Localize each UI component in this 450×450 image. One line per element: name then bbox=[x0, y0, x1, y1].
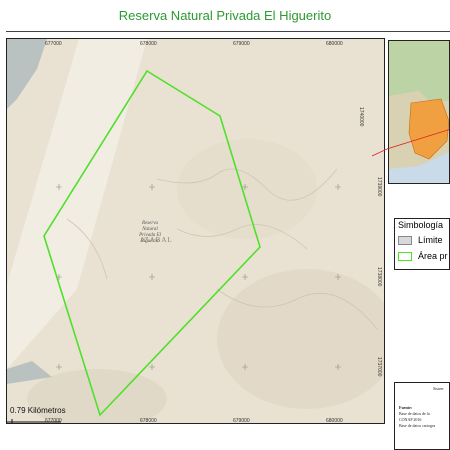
y-tick-label: 1740000 bbox=[358, 107, 364, 127]
source-line: CONAP 2016 bbox=[399, 417, 422, 422]
title-divider bbox=[6, 31, 450, 32]
x-tick-label: 680000 bbox=[326, 418, 343, 424]
hillshade-area bbox=[177, 139, 317, 239]
y-tick-label: 1737000 bbox=[376, 357, 382, 377]
legend-title: Simbología bbox=[398, 220, 444, 230]
source-line: Fuente: bbox=[399, 405, 413, 410]
x-tick-label: 678000 bbox=[140, 41, 157, 47]
source-line: Base de datos cartogra bbox=[399, 423, 436, 428]
x-tick-label: 680000 bbox=[326, 41, 343, 47]
legend-label: Límite bbox=[418, 235, 443, 245]
legend-item: Límite bbox=[398, 235, 450, 247]
legend-item: Área pr bbox=[398, 251, 450, 263]
source-line: Base de datos de la bbox=[399, 411, 430, 416]
title-bar: Reserva Natural Privada El Higuerito bbox=[0, 0, 450, 34]
source-panel: Sistem Fuente: Base de datos de la CONAP… bbox=[394, 382, 450, 450]
map-canvas bbox=[7, 39, 384, 423]
source-heading: Sistem bbox=[433, 386, 444, 391]
y-tick-label: 1739000 bbox=[376, 177, 382, 197]
legend-swatch bbox=[398, 236, 412, 245]
legend-panel: Simbología Límite Área pr bbox=[394, 218, 450, 270]
x-tick-label: 679000 bbox=[233, 41, 250, 47]
locator-canvas bbox=[389, 41, 449, 183]
legend-label: Área pr bbox=[418, 251, 448, 261]
locator-leader-line bbox=[371, 147, 390, 157]
x-tick-label: 678000 bbox=[140, 418, 157, 424]
place-label: IZABAL bbox=[141, 236, 173, 244]
map-title: Reserva Natural Privada El Higuerito bbox=[118, 8, 332, 23]
main-map[interactable]: 677000 678000 679000 680000 677000 67800… bbox=[6, 38, 385, 424]
x-tick-label: 679000 bbox=[233, 418, 250, 424]
x-tick-label: 677000 bbox=[45, 41, 62, 47]
scale-bar bbox=[6, 417, 61, 423]
legend-swatch bbox=[398, 252, 412, 261]
y-tick-label: 1738000 bbox=[376, 267, 382, 287]
locator-map[interactable] bbox=[388, 40, 450, 184]
